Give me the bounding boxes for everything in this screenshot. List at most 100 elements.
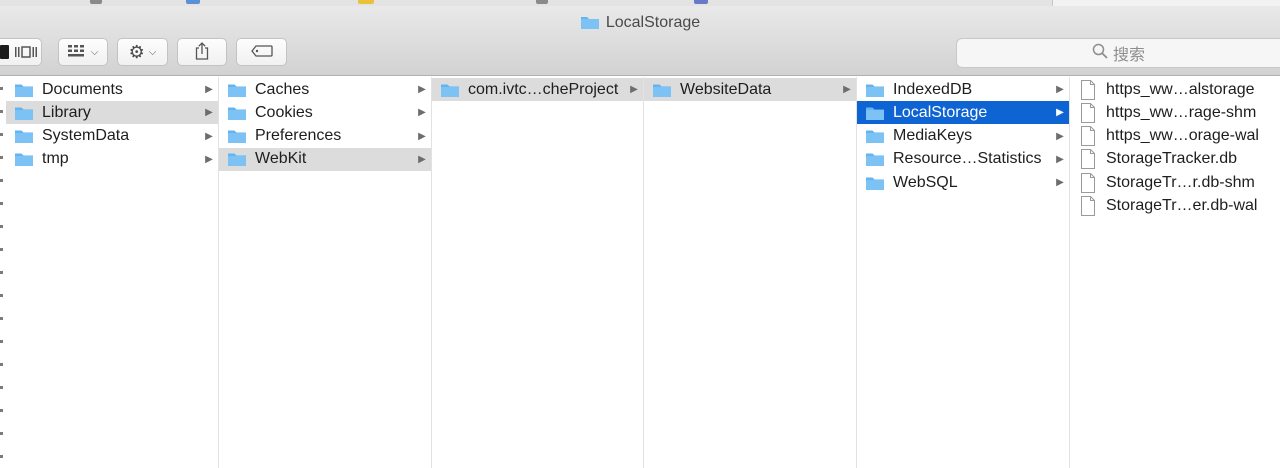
folder-icon — [440, 82, 460, 98]
path-segment[interactable] — [186, 0, 200, 4]
item-label: Documents — [42, 80, 123, 98]
folder-icon — [227, 82, 247, 98]
file-row[interactable]: https_ww…orage-wal — [1070, 125, 1280, 148]
disclosure-arrow-icon: ▶ — [205, 153, 213, 165]
folder-row[interactable]: com.ivtc…cheProject ▶ — [432, 78, 643, 101]
disclosure-arrow-icon: ▶ — [843, 84, 851, 95]
folder-row[interactable]: LocalStorage ▶ — [857, 101, 1069, 125]
item-label: StorageTr…r.db-shm — [1106, 173, 1255, 191]
path-segment[interactable] — [90, 0, 102, 4]
item-label: https_ww…rage-shm — [1106, 103, 1257, 121]
folder-row[interactable]: WebsiteData ▶ — [644, 78, 856, 101]
item-label: IndexedDB — [893, 80, 973, 98]
item-label: Library — [42, 103, 91, 121]
file-row[interactable]: StorageTracker.db — [1070, 148, 1280, 171]
share-button[interactable] — [177, 38, 227, 66]
item-label: tmp — [42, 150, 69, 168]
document-icon — [1080, 196, 1098, 216]
tag-button[interactable] — [236, 38, 287, 66]
item-label: https_ww…orage-wal — [1106, 127, 1259, 145]
browser-column[interactable]: IndexedDB ▶ LocalStorage ▶ MediaKeys ▶ Resourc… — [857, 77, 1070, 468]
disclosure-arrow-icon: ▶ — [1056, 84, 1064, 95]
document-icon — [1080, 172, 1098, 193]
folder-row[interactable]: Cookies ▶ — [219, 101, 431, 124]
file-row[interactable]: StorageTr…r.db-shm — [1070, 171, 1280, 194]
arrange-button[interactable]: ⌵ — [58, 38, 108, 66]
chevron-down-icon: ⌵ — [148, 46, 157, 58]
document-icon — [1080, 79, 1098, 100]
folder-row[interactable]: Preferences ▶ — [219, 125, 431, 148]
folder-row[interactable]: Library ▶ — [6, 101, 218, 125]
folder-row[interactable]: WebSQL ▶ — [857, 171, 1069, 194]
document-icon — [1080, 149, 1098, 170]
folder-row[interactable]: Resource…Statistics ▶ — [857, 148, 1069, 171]
folder-icon — [227, 105, 247, 121]
folder-icon — [14, 128, 34, 144]
folder-row[interactable]: IndexedDB ▶ — [857, 78, 1069, 101]
folder-icon — [14, 82, 34, 98]
file-row[interactable]: https_ww…rage-shm — [1070, 101, 1280, 124]
folder-icon — [14, 105, 34, 121]
column-view-icon[interactable] — [0, 45, 9, 59]
folder-icon — [652, 82, 672, 98]
item-label: https_ww…alstorage — [1106, 80, 1255, 98]
folder-icon — [865, 105, 885, 121]
search-icon — [1092, 43, 1108, 64]
folder-row[interactable]: SystemData ▶ — [6, 125, 218, 148]
folder-row[interactable]: Caches ▶ — [219, 78, 431, 101]
folder-row[interactable]: tmp ▶ — [6, 148, 218, 171]
item-label: WebsiteData — [680, 80, 772, 98]
folder-row[interactable]: WebKit ▶ — [219, 147, 431, 171]
browser-column[interactable]: WebsiteData ▶ — [644, 77, 857, 468]
view-switcher[interactable] — [0, 38, 42, 66]
file-row[interactable]: https_ww…alstorage — [1070, 78, 1280, 101]
file-row[interactable]: StorageTr…er.db-wal — [1070, 195, 1280, 218]
search-field[interactable]: 搜索 — [956, 38, 1280, 68]
coverflow-view-icon[interactable] — [14, 46, 37, 58]
folder-icon — [865, 175, 885, 191]
action-button[interactable]: ⚙ ⌵ — [117, 38, 168, 66]
disclosure-arrow-icon: ▶ — [418, 130, 426, 142]
path-segment[interactable] — [358, 0, 374, 4]
disclosure-arrow-icon: ▶ — [418, 107, 426, 119]
disclosure-arrow-icon: ▶ — [205, 130, 213, 142]
folder-icon — [227, 128, 247, 144]
item-label: Cookies — [255, 103, 313, 121]
browser-column[interactable]: Caches ▶ Cookies ▶ Preferences ▶ WebKit ▶ — [219, 77, 432, 468]
disclosure-arrow-icon: ▶ — [1056, 153, 1064, 165]
browser-column[interactable]: Documents ▶ Library ▶ SystemData ▶ tmp ▶ — [6, 77, 219, 468]
item-label: Preferences — [255, 127, 342, 145]
folder-row[interactable]: Documents ▶ — [6, 78, 218, 101]
column-browser: Documents ▶ Library ▶ SystemData ▶ tmp ▶ Caches… — [0, 77, 1280, 468]
tag-icon — [250, 44, 273, 60]
folder-icon — [865, 128, 885, 144]
path-segment[interactable] — [536, 0, 548, 4]
path-segment[interactable] — [694, 0, 708, 4]
folder-icon — [14, 151, 34, 167]
browser-column[interactable]: com.ivtc…cheProject ▶ — [432, 77, 644, 468]
toolbar: LocalStorage ⌵ ⚙ ⌵ 搜索 — [0, 6, 1280, 76]
grid-arrange-icon — [67, 44, 86, 60]
folder-icon — [227, 151, 247, 167]
item-label: WebKit — [255, 150, 307, 168]
item-label: StorageTracker.db — [1106, 150, 1238, 168]
item-label: SystemData — [42, 127, 130, 145]
folder-row[interactable]: MediaKeys ▶ — [857, 125, 1069, 148]
disclosure-arrow-icon: ▶ — [630, 84, 638, 95]
disclosure-arrow-icon: ▶ — [205, 84, 213, 95]
share-icon — [195, 41, 209, 63]
disclosure-arrow-icon: ▶ — [418, 153, 426, 165]
disclosure-arrow-icon: ▶ — [1056, 177, 1064, 189]
item-label: Caches — [255, 80, 310, 98]
browser-column[interactable]: https_ww…alstorage https_ww…rage-shmhttps… — [1070, 77, 1280, 468]
document-icon — [1080, 102, 1098, 123]
item-label: StorageTr…er.db-wal — [1106, 197, 1258, 214]
disclosure-arrow-icon: ▶ — [205, 107, 213, 119]
window-title: LocalStorage — [0, 12, 1280, 34]
chevron-down-icon: ⌵ — [90, 46, 99, 58]
disclosure-arrow-icon: ▶ — [1056, 107, 1064, 119]
search-placeholder: 搜索 — [1112, 47, 1145, 64]
folder-icon — [865, 82, 885, 98]
item-label: Resource…Statistics — [893, 150, 1042, 168]
folder-icon — [865, 151, 885, 167]
